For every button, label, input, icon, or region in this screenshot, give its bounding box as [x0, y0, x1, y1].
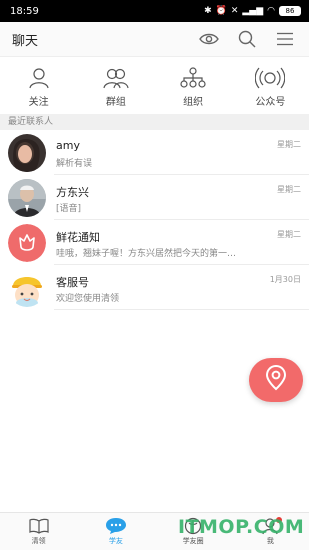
- person-icon: [28, 67, 50, 89]
- battery-indicator: 86: [279, 6, 301, 16]
- status-bar: 18:59 ✱ ⏰ ✕ ▂▄▆ ◠ 86: [0, 0, 309, 22]
- chat-text: 客服号 欢迎您使用清领 1月30日: [56, 265, 309, 310]
- quick-follow-label: 关注: [28, 97, 49, 108]
- message-time: 星期二: [277, 230, 301, 239]
- chat-text: 方东兴 [语音] 星期二: [56, 175, 309, 220]
- watermark: ITMOP.COM: [178, 516, 305, 538]
- location-pin-icon: [265, 364, 287, 395]
- message-time: 星期二: [277, 140, 301, 149]
- title-actions: [197, 27, 297, 51]
- last-message: [语音]: [56, 204, 82, 214]
- signal-icon: ▂▄▆: [242, 5, 264, 16]
- contact-name: amy: [56, 139, 80, 152]
- list-item[interactable]: 鲜花通知 哇哦，翘妹子喔！方东兴居然把今天的第一… 星期二: [0, 220, 309, 265]
- avatar: [8, 133, 46, 172]
- menu-icon[interactable]: [273, 27, 297, 51]
- last-message: 解析有误: [56, 159, 93, 169]
- quick-organization-label: 组织: [183, 97, 204, 108]
- quick-groups[interactable]: 群组: [77, 58, 154, 113]
- quick-follow[interactable]: 关注: [0, 58, 77, 113]
- group-icon: [102, 67, 130, 89]
- quick-organization[interactable]: 组织: [155, 58, 232, 113]
- chat-list: amy 解析有误 星期二 方东兴 [语音] 星期二 鲜花通知 哇哦，翘妹子喔！方…: [0, 130, 309, 310]
- flower-icon: [8, 223, 46, 262]
- message-time: 星期二: [277, 185, 301, 194]
- wifi-icon: ◠: [267, 5, 275, 16]
- list-item[interactable]: 客服号 欢迎您使用清领 1月30日: [0, 265, 309, 310]
- contact-name: 方东兴: [56, 186, 89, 199]
- alarm-icon: ⏰: [215, 5, 227, 16]
- chat-text: 鲜花通知 哇哦，翘妹子喔！方东兴居然把今天的第一… 星期二: [56, 220, 309, 265]
- list-item[interactable]: 方东兴 [语音] 星期二: [0, 175, 309, 220]
- bluetooth-icon: ✱: [204, 5, 212, 16]
- last-message: 欢迎您使用清领: [56, 294, 120, 304]
- message-time: 1月30日: [269, 275, 301, 284]
- book-icon: [29, 517, 49, 535]
- eye-icon[interactable]: [197, 27, 221, 51]
- contact-name: 鲜花通知: [56, 231, 100, 244]
- list-item[interactable]: amy 解析有误 星期二: [0, 130, 309, 175]
- recent-contacts-header: 最近联系人: [0, 114, 309, 130]
- location-fab-button[interactable]: [249, 358, 303, 402]
- service-avatar: [8, 268, 46, 307]
- nav-label: 清领: [31, 537, 46, 545]
- quick-actions: 关注 群组 组织 公众号: [0, 58, 309, 113]
- last-message: 哇哦，翘妹子喔！方东兴居然把今天的第一…: [56, 249, 237, 259]
- broadcast-icon: [255, 67, 286, 89]
- chat-text: amy 解析有误 星期二: [56, 130, 309, 175]
- chat-bubble-icon: [105, 517, 127, 535]
- quick-official-accounts[interactable]: 公众号: [232, 58, 309, 113]
- mute-icon: ✕: [230, 5, 239, 16]
- status-time: 18:59: [10, 5, 39, 17]
- search-icon[interactable]: [235, 27, 259, 51]
- page-title: 聊天: [12, 33, 39, 49]
- quick-groups-label: 群组: [105, 97, 126, 108]
- title-bar: 聊天: [0, 22, 309, 57]
- nav-item-qingling[interactable]: 清领: [0, 513, 77, 550]
- quick-official-accounts-label: 公众号: [255, 97, 286, 108]
- org-chart-icon: [180, 67, 206, 89]
- nav-item-xueyou[interactable]: 学友: [77, 513, 154, 550]
- status-indicators: ✱ ⏰ ✕ ▂▄▆ ◠ 86: [204, 6, 301, 16]
- contact-name: 客服号: [56, 276, 89, 289]
- nav-label: 学友: [108, 537, 123, 545]
- avatar: [8, 178, 46, 217]
